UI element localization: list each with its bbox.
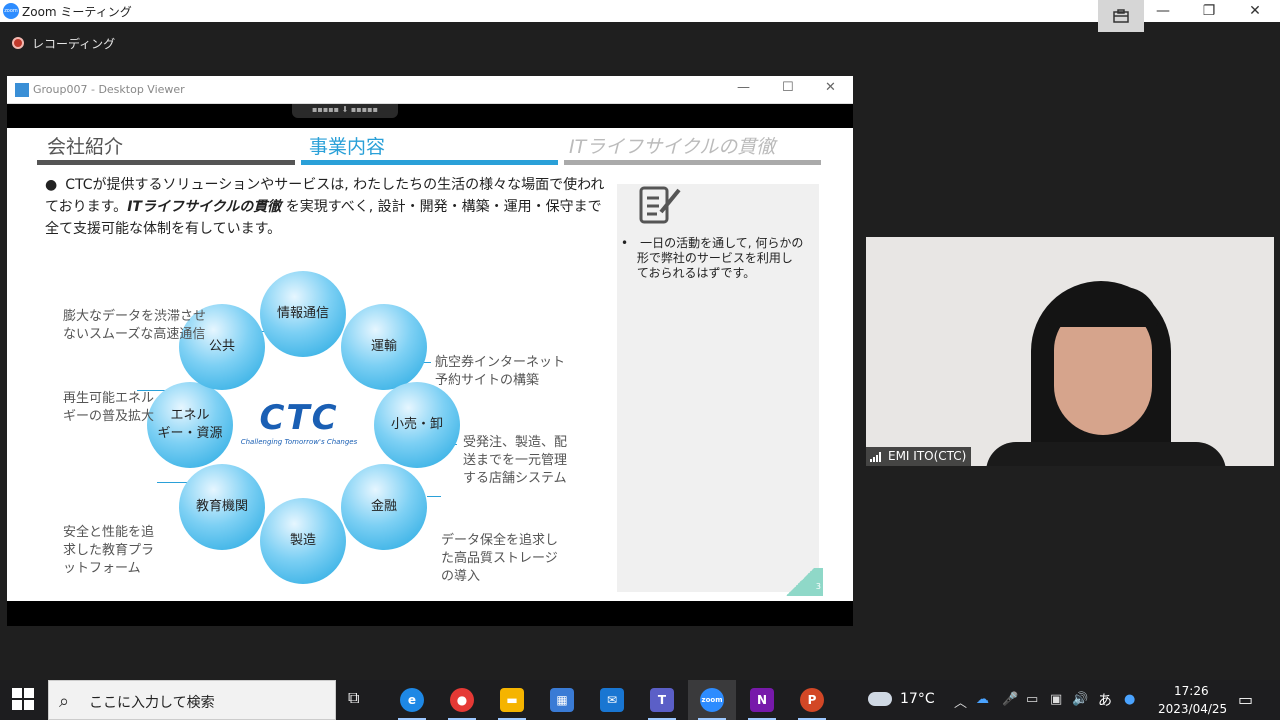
viewer-maximize-button[interactable]: ☐ — [782, 80, 794, 95]
participant-video[interactable]: EMI ITO(CTC) — [866, 237, 1274, 466]
note-retail: 受発注、製造、配 送までを一元管理 する店舗システム — [463, 435, 568, 486]
viewer-toolbar-handle[interactable]: ▪▪▪▪▪ ⬇ ▪▪▪▪▪ — [292, 104, 398, 118]
record-icon — [12, 37, 24, 49]
volume-icon[interactable]: 🔊 — [1072, 692, 1088, 707]
taskbar-teams-button[interactable]: T — [638, 680, 686, 720]
connector-line — [157, 482, 189, 483]
note-transport: 航空券インターネット 予約サイトの構築 — [435, 355, 566, 388]
taskbar-store-button[interactable]: ▦ — [538, 680, 586, 720]
circle-education: 教育機関 — [179, 464, 265, 550]
weather-temp: 17°C — [900, 691, 935, 707]
security-icon[interactable]: ● — [1124, 692, 1135, 707]
bullet-strong: ITライフサイクルの貫徹 — [127, 199, 282, 215]
memo-icon — [637, 184, 681, 228]
side-note-text: • 一日の活動を通して, 何らかの 形で弊社のサービスを利用し ておられるはずで… — [621, 236, 804, 280]
task-view-icon[interactable]: ⧉ — [348, 688, 372, 712]
chrome-icon: ● — [450, 688, 474, 712]
window-title: Zoom ミーティング — [22, 5, 132, 19]
viewer-toolbar: ▪▪▪▪▪ ⬇ ▪▪▪▪▪ — [7, 104, 853, 128]
note-telecom: 膨大なデータを渋滞させ ないスムーズな高速通信 — [63, 309, 207, 342]
minimize-button[interactable]: — — [1140, 0, 1186, 22]
taskbar-explorer-button[interactable]: ▬ — [488, 680, 536, 720]
participant-body — [986, 442, 1226, 466]
taskbar-search-box[interactable]: ⌕ ここに入力して検索 — [48, 680, 336, 720]
desktop-viewer-window: Group007 - Desktop Viewer — ☐ ✕ ▪▪▪▪▪ ⬇ … — [7, 76, 853, 626]
close-button[interactable]: ✕ — [1232, 0, 1278, 22]
search-placeholder: ここに入力して検索 — [89, 695, 215, 711]
windows-taskbar: ⌕ ここに入力して検索 ⧉ e ● ▬ ▦ ✉ T zoom N P 17°C … — [0, 680, 1280, 720]
taskbar-zoom-button[interactable]: zoom — [688, 680, 736, 720]
zoom-app: zoom Zoom ミーティング — ❐ ✕ レコーディング Group007 … — [0, 0, 1280, 720]
participant-name: EMI ITO(CTC) — [888, 449, 967, 463]
clock-date[interactable]: 2023/04/25 — [1158, 702, 1227, 716]
zoom-title-bar: zoom Zoom ミーティング — ❐ ✕ — [0, 0, 1280, 32]
taskbar-onenote-button[interactable]: N — [738, 680, 786, 720]
teams-icon: T — [650, 688, 674, 712]
tab-underline-active — [301, 160, 558, 165]
taskbar-chrome-button[interactable]: ● — [438, 680, 486, 720]
viewer-title-bar: Group007 - Desktop Viewer — ☐ ✕ — [7, 76, 853, 104]
side-note-panel: • 一日の活動を通して, 何らかの 形で弊社のサービスを利用し ておられるはずで… — [617, 184, 819, 592]
powerpoint-icon: P — [800, 688, 824, 712]
slide-tab-lifecycle: ITライフサイクルの貫徹 — [569, 136, 776, 158]
restore-button[interactable]: ❐ — [1186, 0, 1232, 22]
viewer-minimize-button[interactable]: — — [737, 80, 750, 95]
briefcase-icon[interactable] — [1098, 0, 1144, 32]
circle-transport: 運輸 — [341, 304, 427, 390]
zoom-logo-icon: zoom — [3, 3, 19, 19]
battery-icon[interactable]: ▭ — [1026, 692, 1038, 707]
taskbar-powerpoint-button[interactable]: P — [788, 680, 836, 720]
viewer-close-button[interactable]: ✕ — [825, 80, 836, 95]
edge-icon: e — [400, 688, 424, 712]
circle-energy: エネル ギー・資源 — [147, 382, 233, 468]
mail-icon: ✉ — [600, 688, 624, 712]
tab-underline — [564, 160, 821, 165]
page-number: 3 — [777, 568, 823, 596]
taskbar-edge-button[interactable]: e — [388, 680, 436, 720]
chevron-up-icon[interactable]: ︿ — [954, 692, 967, 711]
network-icon[interactable]: ▣ — [1050, 692, 1062, 707]
slide-bullet: ● CTCが提供するソリューションやサービスは, わたしたちの生活の様々な場面で使… — [45, 174, 605, 240]
zoom-icon: zoom — [700, 688, 724, 712]
circle-finance: 金融 — [341, 464, 427, 550]
clock-time[interactable]: 17:26 — [1174, 684, 1209, 698]
recording-indicator[interactable]: レコーディング — [12, 34, 115, 52]
ctc-logo-text: CTC — [259, 398, 339, 438]
note-finance: データ保全を追求し た高品質ストレージ の導入 — [441, 533, 559, 584]
ime-indicator[interactable]: あ — [1098, 690, 1112, 710]
recording-label: レコーディング — [32, 36, 116, 51]
signal-icon — [870, 452, 884, 462]
circle-manufacturing: 製造 — [260, 498, 346, 584]
search-icon: ⌕ — [59, 691, 70, 712]
circle-telecom: 情報通信 — [260, 271, 346, 357]
microphone-icon[interactable]: 🎤 — [1002, 692, 1018, 707]
slide-tab-business: 事業内容 — [309, 136, 386, 158]
viewer-app-icon — [15, 83, 29, 97]
notification-icon[interactable]: ▭ — [1238, 690, 1253, 709]
store-icon: ▦ — [550, 688, 574, 712]
viewer-title: Group007 - Desktop Viewer — [33, 83, 185, 96]
folder-icon: ▬ — [500, 688, 524, 712]
participant-name-badge: EMI ITO(CTC) — [866, 447, 972, 466]
ctc-tagline: Challenging Tomorrow's Changes — [240, 438, 358, 446]
connector-line — [427, 496, 441, 497]
circle-retail: 小売・卸 — [374, 382, 460, 468]
tab-underline — [37, 160, 295, 165]
participant-hair — [1048, 287, 1158, 327]
bullet-icon: ● — [45, 177, 58, 193]
windows-start-icon[interactable] — [12, 688, 36, 712]
note-education: 安全と性能を追 求した教育プラ ットフォーム — [63, 525, 155, 576]
onedrive-icon[interactable]: ☁ — [976, 692, 989, 707]
cloud-icon — [868, 692, 892, 706]
note-energy: 再生可能エネル ギーの普及拡大 — [63, 391, 155, 424]
taskbar-mail-button[interactable]: ✉ — [588, 680, 636, 720]
slide-tab-company: 会社紹介 — [47, 136, 124, 158]
weather-widget[interactable]: 17°C — [868, 691, 935, 707]
ctc-logo: CTC Challenging Tomorrow's Changes — [239, 398, 359, 446]
onenote-icon: N — [750, 688, 774, 712]
presentation-slide: 会社紹介 事業内容 ITライフサイクルの貫徹 ● CTCが提供するソリューションや… — [7, 128, 853, 601]
